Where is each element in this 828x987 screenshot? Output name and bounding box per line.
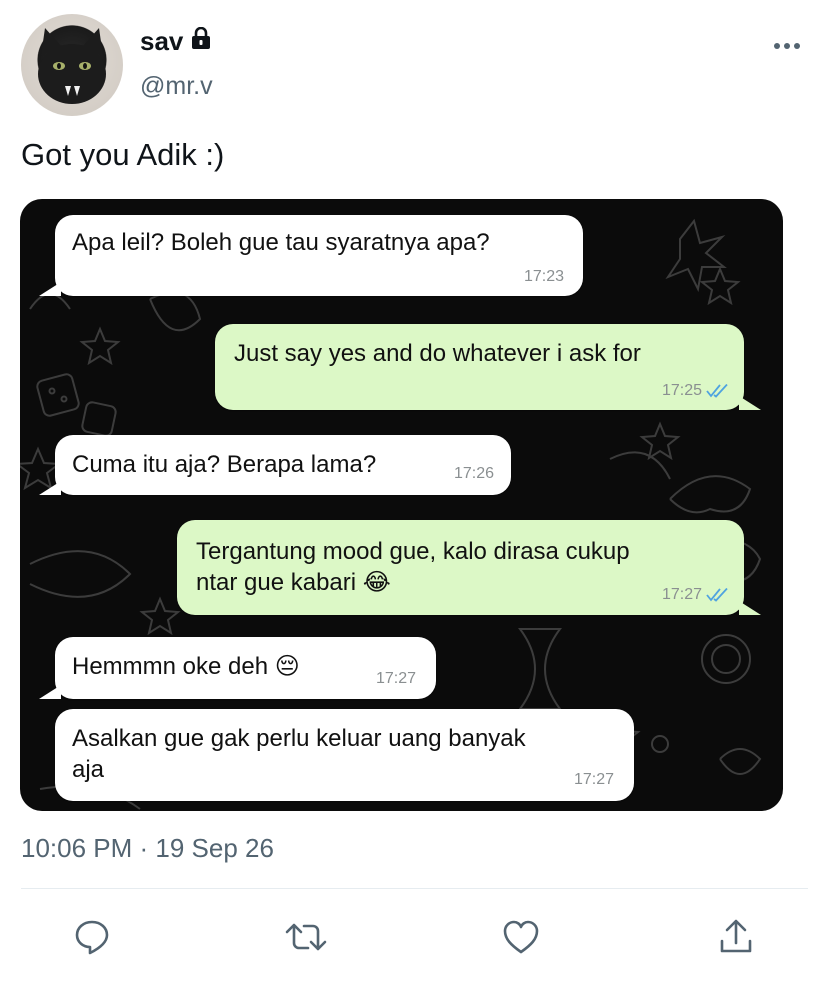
- chat-message-outgoing: Just say yes and do whatever i ask for 1…: [215, 324, 744, 410]
- reply-icon: [75, 920, 109, 955]
- message-text-line2: ntar gue kabari 😂: [196, 567, 391, 598]
- message-time: 17:25: [661, 382, 702, 399]
- chat-message-incoming: Hemmmn oke deh 😔 17:27: [55, 637, 436, 699]
- avatar[interactable]: [21, 14, 123, 116]
- message-time: 17:26: [453, 465, 494, 482]
- like-button[interactable]: [499, 915, 543, 959]
- message-text-line2-text: ntar gue kabari: [196, 569, 357, 596]
- author-handle[interactable]: @mr.v: [140, 72, 213, 101]
- message-time-row: 17:25: [662, 382, 730, 400]
- message-text: Cuma itu aja? Berapa lama?: [72, 451, 377, 478]
- tweet-text: Got you Adik :): [21, 137, 225, 172]
- retweet-button[interactable]: [284, 915, 328, 959]
- message-time: 17:27: [375, 670, 416, 687]
- message-text: Apa leil? Boleh gue tau syaratnya apa?: [72, 229, 490, 256]
- bubble-tail: [39, 685, 61, 699]
- bubble-tail: [39, 282, 61, 296]
- more-button[interactable]: [770, 34, 804, 58]
- lock-icon: [189, 26, 213, 56]
- chat-message-incoming: Apa leil? Boleh gue tau syaratnya apa? 1…: [55, 215, 583, 296]
- chat-message-incoming: Cuma itu aja? Berapa lama? 17:26: [55, 435, 511, 495]
- heart-icon: [503, 920, 539, 954]
- tweet-media-image[interactable]: Apa leil? Boleh gue tau syaratnya apa? 1…: [20, 199, 783, 811]
- chat-message-outgoing: Tergantung mood gue, kalo dirasa cukup n…: [177, 520, 744, 615]
- author-name[interactable]: sav: [140, 26, 183, 57]
- chat-message-incoming: Asalkan gue gak perlu keluar uang banyak…: [55, 709, 634, 801]
- share-icon: [720, 919, 752, 953]
- message-text: Just say yes and do whatever i ask for: [234, 340, 641, 367]
- tweet-timestamp[interactable]: 10:06 PM · 19 Sep 26: [21, 833, 274, 864]
- message-time: 17:27: [661, 586, 702, 603]
- retweet-icon: [285, 923, 327, 951]
- message-text: Hemmmn oke deh: [72, 653, 269, 680]
- bubble-tail: [39, 481, 61, 495]
- bubble-tail: [739, 396, 761, 410]
- reply-button[interactable]: [70, 915, 114, 959]
- double-check-icon: [706, 384, 728, 398]
- pensive-face-emoji: 😔: [274, 653, 300, 680]
- double-check-icon: [706, 588, 728, 602]
- author-name-row: sav: [140, 26, 213, 57]
- share-button[interactable]: [714, 915, 758, 959]
- message-time: 17:27: [573, 771, 614, 788]
- divider: [21, 888, 808, 889]
- bubble-tail: [739, 601, 761, 615]
- tears-of-joy-emoji: 😂: [362, 569, 391, 596]
- message-text: Asalkan gue gak perlu keluar uang banyak: [72, 725, 526, 752]
- message-time: 17:23: [523, 268, 564, 285]
- message-text-line2: aja: [72, 756, 105, 783]
- message-text: Tergantung mood gue, kalo dirasa cukup: [196, 538, 630, 565]
- more-icon: [774, 43, 800, 49]
- message-text-row: Hemmmn oke deh 😔: [72, 651, 300, 682]
- message-time-row: 17:27: [662, 586, 730, 604]
- black-cat-avatar-icon: [38, 28, 106, 104]
